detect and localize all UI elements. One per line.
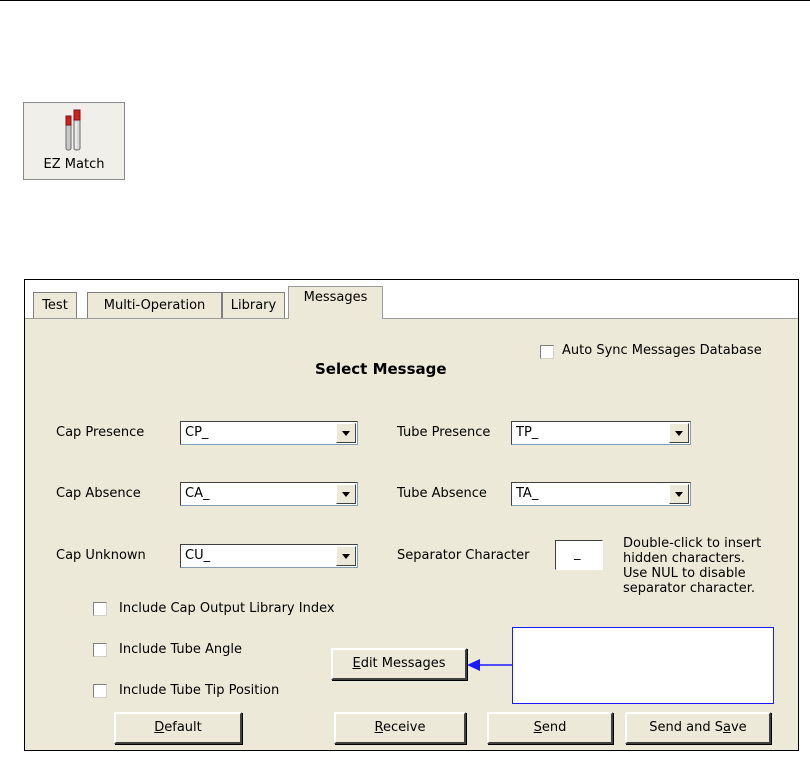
separator-hint-line: Use NUL to disable: [623, 566, 746, 581]
include-tube-angle-checkbox[interactable]: [93, 643, 107, 657]
cap-unknown-select[interactable]: CU_: [180, 544, 358, 568]
cap-absence-label: Cap Absence: [56, 486, 141, 501]
include-cap-output-library-index-label: Include Cap Output Library Index: [119, 601, 335, 616]
tab-messages[interactable]: Messages: [288, 286, 383, 319]
chevron-down-icon[interactable]: [669, 423, 689, 443]
tab-bar: Test Multi-Operation Library Messages: [25, 280, 798, 319]
tube-absence-select[interactable]: TA_: [511, 482, 691, 506]
tube-presence-select[interactable]: TP_: [511, 421, 691, 445]
test-tubes-icon: [65, 109, 81, 151]
tab-test[interactable]: Test: [33, 292, 77, 318]
separator-input[interactable]: _: [555, 540, 603, 570]
tube-absence-label: Tube Absence: [397, 486, 487, 501]
ez-match-label: EZ Match: [43, 157, 105, 172]
separator-label: Separator Character: [397, 548, 530, 563]
separator-hint-line: Double-click to insert: [623, 536, 762, 551]
separator-value: _: [574, 546, 581, 561]
cap-absence-select[interactable]: CA_: [180, 482, 358, 506]
send-and-save-button[interactable]: Send and Save: [625, 712, 771, 744]
separator-hint-line: hidden characters.: [623, 551, 745, 566]
cap-absence-value: CA_: [185, 486, 210, 501]
include-tube-angle-label: Include Tube Angle: [119, 642, 243, 657]
ez-match-button[interactable]: EZ Match: [23, 102, 125, 180]
cap-presence-select[interactable]: CP_: [180, 421, 358, 445]
include-cap-output-library-index-checkbox[interactable]: [93, 602, 107, 616]
select-message-title: Select Message: [315, 360, 447, 378]
cap-presence-value: CP_: [185, 425, 209, 440]
callout-arrow-icon: [467, 659, 513, 671]
default-button[interactable]: Default: [114, 712, 242, 744]
auto-sync-checkbox[interactable]: [540, 345, 554, 359]
include-tube-tip-position-label: Include Tube Tip Position: [119, 683, 280, 698]
tab-multi-operation[interactable]: Multi-Operation: [87, 292, 222, 318]
separator-hint: Double-click to insert hidden characters…: [623, 536, 793, 596]
cap-unknown-value: CU_: [185, 548, 211, 563]
tube-absence-value: TA_: [516, 486, 539, 501]
chevron-down-icon[interactable]: [336, 546, 356, 566]
send-button[interactable]: Send: [487, 712, 613, 744]
tube-presence-label: Tube Presence: [397, 425, 491, 440]
cap-presence-label: Cap Presence: [56, 425, 145, 440]
receive-button[interactable]: Receive: [334, 712, 466, 744]
chevron-down-icon[interactable]: [669, 484, 689, 504]
chevron-down-icon[interactable]: [336, 423, 356, 443]
chevron-down-icon[interactable]: [336, 484, 356, 504]
auto-sync-label: Auto Sync Messages Database: [562, 343, 762, 358]
tube-presence-value: TP_: [516, 425, 539, 440]
include-tube-tip-position-checkbox[interactable]: [93, 684, 107, 698]
top-rule: [0, 0, 810, 1]
edit-messages-button[interactable]: Edit Messages: [331, 648, 467, 680]
separator-hint-line: separator character.: [623, 581, 756, 596]
cap-unknown-label: Cap Unknown: [56, 548, 146, 563]
tab-library[interactable]: Library: [222, 292, 285, 318]
callout-box: [512, 627, 774, 704]
